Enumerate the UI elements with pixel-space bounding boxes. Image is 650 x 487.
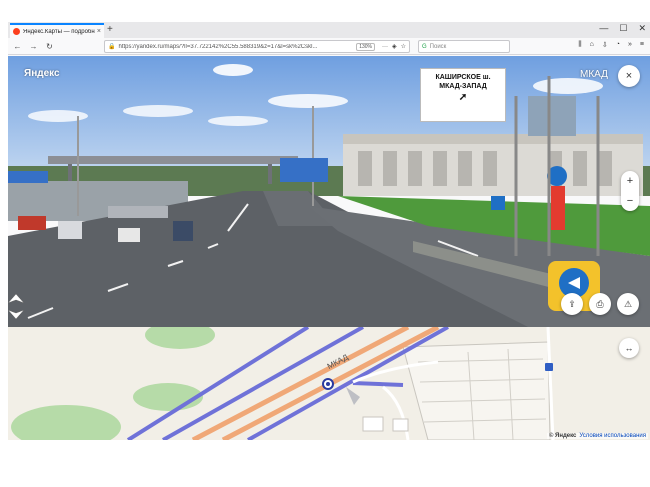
new-tab-button[interactable]: + [107, 24, 113, 35]
page-actions-button[interactable]: ··· [382, 44, 388, 50]
move-forward-arrow-icon[interactable] [8, 294, 24, 303]
expand-map-button[interactable]: ↔ [619, 338, 639, 358]
toolbar-icons: ⫼ ⌂ ⇩ ◔ » ≡ [578, 41, 644, 49]
yandex-logo: Яндекс [24, 68, 60, 79]
url-text[interactable]: https://yandex.ru/maps/?ll=37.722142%2C5… [118, 44, 353, 50]
zoom-indicator[interactable]: 130% [356, 42, 375, 51]
zoom-in-button[interactable]: + [627, 175, 633, 187]
forward-button[interactable]: → [27, 42, 40, 51]
url-bar[interactable]: 🔒 https://yandex.ru/maps/?ll=37.722142%2… [104, 40, 410, 53]
billboard-arrow-icon: ➚ [458, 92, 468, 103]
minimize-button[interactable]: — [599, 23, 608, 34]
panorama-image [8, 56, 650, 327]
download-icon[interactable]: ⇩ [602, 41, 608, 49]
sync-icon[interactable]: ◔ [616, 41, 620, 49]
search-placeholder[interactable]: Поиск [430, 44, 447, 50]
mini-map[interactable]: МКАД ↔ © Яндекс Условия использования [8, 327, 650, 440]
zoom-control: + − [621, 171, 639, 211]
reload-button[interactable]: ↻ [43, 42, 56, 51]
navigation-bar: ← → ↻ 🔒 https://yandex.ru/maps/?ll=37.72… [8, 38, 650, 55]
lock-icon: 🔒 [108, 44, 116, 50]
search-engine-icon: G [422, 43, 427, 50]
maximize-button[interactable]: ☐ [619, 23, 627, 34]
report-problem-button[interactable]: ⚠ [617, 293, 639, 315]
overflow-icon[interactable]: » [628, 41, 632, 49]
map-canvas [8, 327, 650, 440]
browser-window: Яндекс.Карты — подробная... × + — ☐ ✕ ← … [8, 22, 650, 440]
road-billboard: КАШИРСКОЕ ш. МКАД-ЗАПАД ➚ [420, 68, 506, 122]
back-button[interactable]: ← [11, 42, 24, 51]
zoom-out-button[interactable]: − [627, 195, 633, 207]
print-button[interactable]: ⎙ [589, 293, 611, 315]
close-window-button[interactable]: ✕ [638, 23, 646, 34]
tab-strip: Яндекс.Карты — подробная... × + — ☐ ✕ [8, 22, 650, 38]
home-icon[interactable]: ⌂ [590, 41, 594, 49]
billboard-line-2: МКАД-ЗАПАД [439, 83, 487, 90]
map-copyright: © Яндекс Условия использования [546, 433, 648, 439]
pocket-icon[interactable]: ◈ [392, 43, 397, 50]
billboard-line-1: КАШИРСКОЕ ш. [435, 74, 491, 81]
window-controls: — ☐ ✕ [599, 23, 646, 34]
terms-link[interactable]: Условия использования [579, 433, 646, 439]
share-button[interactable]: ⇪ [561, 293, 583, 315]
library-icon[interactable]: ⫼ [578, 41, 581, 49]
menu-icon[interactable]: ≡ [640, 41, 644, 49]
star-icon[interactable]: ☆ [401, 43, 406, 50]
street-panorama[interactable]: Яндекс МКАД КАШИРСКОЕ ш. МКАД-ЗАПАД ➚ × … [8, 56, 650, 327]
tab-title: Яндекс.Карты — подробная... [23, 28, 95, 35]
tab-close-icon[interactable]: × [97, 28, 101, 35]
browser-tab[interactable]: Яндекс.Карты — подробная... × [10, 23, 104, 38]
panorama-location-title: МКАД [580, 69, 608, 80]
copyright-brand: © Яндекс [548, 433, 577, 439]
move-back-arrow-icon[interactable] [8, 310, 24, 319]
close-panorama-button[interactable]: × [618, 65, 640, 87]
yandex-favicon-icon [13, 28, 20, 35]
search-bar[interactable]: G Поиск [418, 40, 510, 53]
